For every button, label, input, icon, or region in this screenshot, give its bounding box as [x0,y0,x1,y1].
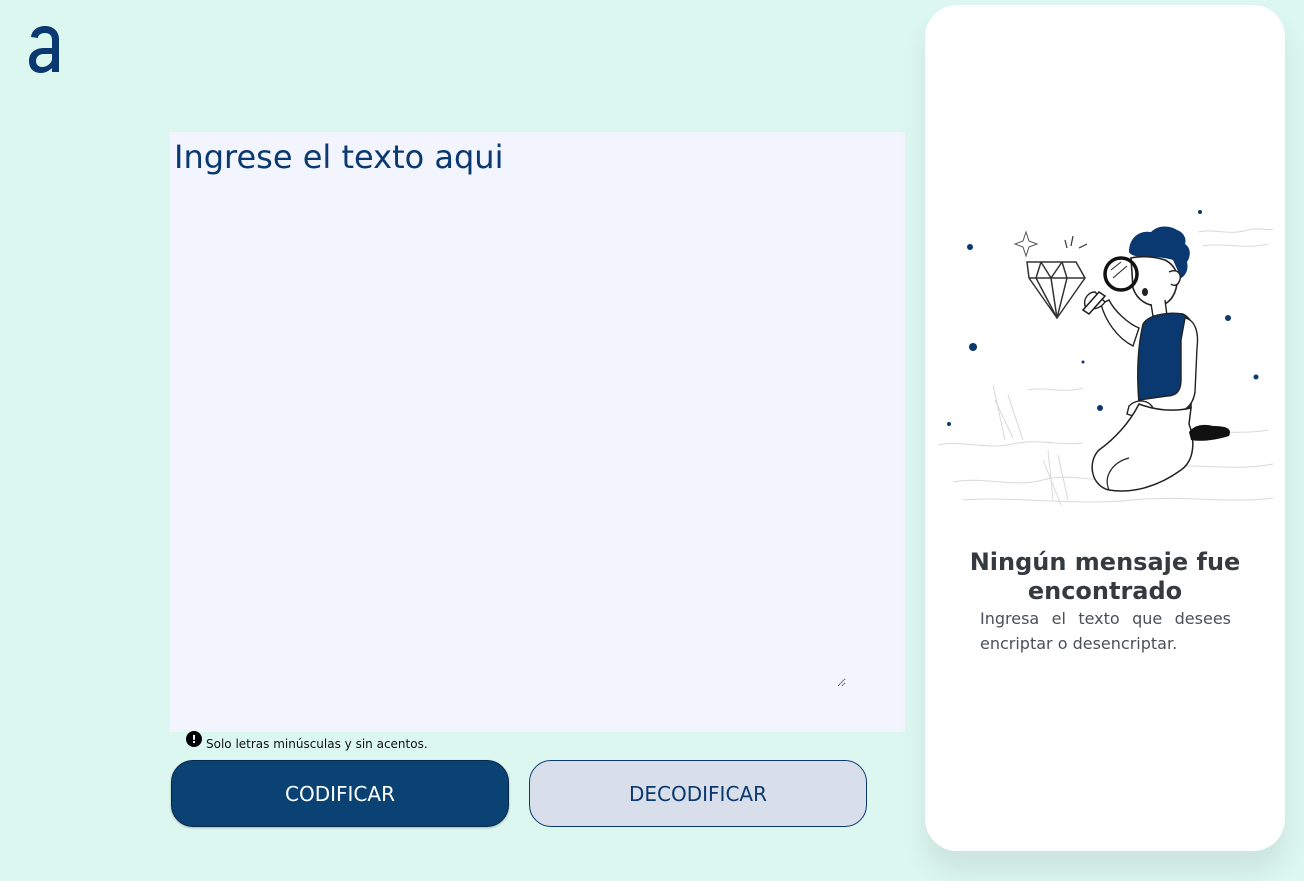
empty-state-title: Ningún mensaje fue encontrado [969,548,1241,605]
input-hint: ! Solo letras minúsculas y sin acentos. [186,731,428,751]
alura-logo-icon [26,24,62,76]
message-input[interactable] [170,132,846,687]
encode-button[interactable]: CODIFICAR [171,760,509,827]
decode-button[interactable]: DECODIFICAR [529,760,867,827]
person-with-magnifying-glass-illustration [933,200,1278,520]
alert-circle-icon: ! [186,731,202,747]
text-input-panel [170,132,905,732]
hint-text: Solo letras minúsculas y sin acentos. [206,737,428,751]
empty-state-description: Ingresa el texto que desees encriptar o … [980,609,1231,653]
output-panel: Ningún mensaje fue encontrado Ingresa el… [925,5,1285,851]
